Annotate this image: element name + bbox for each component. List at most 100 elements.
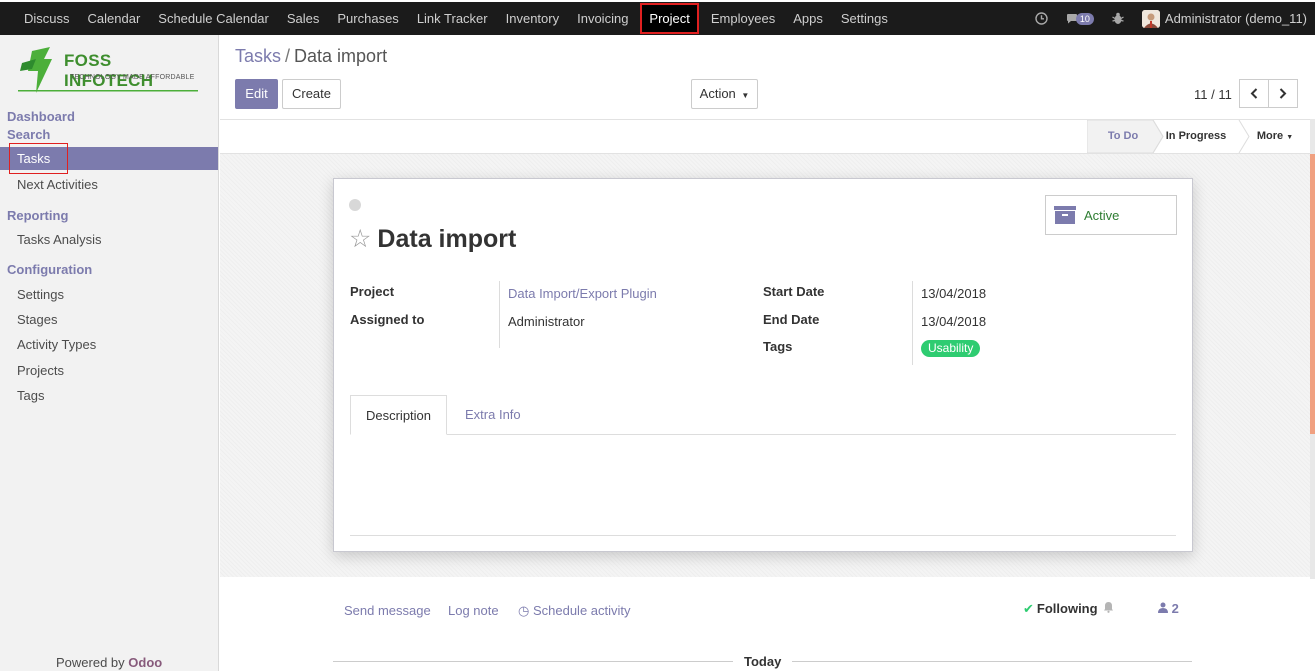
sidebar-item-settings[interactable]: Settings (17, 287, 64, 302)
menu-discuss[interactable]: Discuss (15, 3, 79, 34)
menu-settings[interactable]: Settings (832, 3, 897, 34)
sidebar-item-stages[interactable]: Stages (17, 312, 57, 327)
stage-in-progress[interactable]: In Progress (1160, 120, 1232, 153)
date-separator-line (792, 661, 1192, 662)
action-dropdown[interactable]: Action ▼ (691, 79, 758, 109)
breadcrumb-separator: / (285, 46, 291, 66)
sidebar-item-tags[interactable]: Tags (17, 388, 44, 403)
tags-label: Tags (763, 339, 793, 354)
main-menu: Discuss Calendar Schedule Calendar Sales… (15, 2, 897, 35)
menu-link-tracker[interactable]: Link Tracker (408, 3, 497, 34)
clock-icon[interactable] (1035, 12, 1048, 25)
logo-name: FOSS INFOTECH (64, 51, 154, 90)
sidebar-item-next-activities[interactable]: Next Activities (17, 177, 98, 192)
sidebar: FOSS INFOTECH TECHNOLOGY MADE AFFORDABLE… (0, 35, 219, 671)
task-title: ☆ Data import (349, 224, 516, 254)
statusbar: To Do In Progress More ▼ (220, 119, 1315, 154)
powered-by-label: Powered by (56, 655, 125, 670)
highlight-box (9, 143, 68, 174)
start-date-label: Start Date (763, 284, 825, 299)
send-message-button[interactable]: Send message (344, 603, 431, 618)
following-button[interactable]: ✔ Following (1023, 601, 1098, 617)
systray: 10 Administrator (demo_11) (1035, 2, 1315, 35)
create-button[interactable]: Create (282, 79, 341, 109)
active-toggle-button[interactable]: Active (1045, 195, 1177, 235)
menu-section-reporting[interactable]: Reporting (7, 208, 68, 223)
menu-sales[interactable]: Sales (278, 3, 329, 34)
date-separator-today: Today (744, 654, 782, 669)
menu-section-search[interactable]: Search (7, 127, 50, 142)
sidebar-item-tasks-analysis[interactable]: Tasks Analysis (17, 232, 102, 247)
kanban-state-indicator[interactable] (349, 199, 361, 211)
clock-icon: ◷ (518, 603, 530, 618)
menu-section-configuration[interactable]: Configuration (7, 262, 92, 277)
bell-icon[interactable] (1103, 601, 1114, 616)
menu-invoicing[interactable]: Invoicing (568, 3, 637, 34)
date-separator-line (333, 661, 733, 662)
pager-value[interactable]: 11 / 11 (1194, 87, 1232, 102)
followers-count: 2 (1171, 601, 1179, 616)
company-logo[interactable]: FOSS INFOTECH TECHNOLOGY MADE AFFORDABLE (18, 45, 203, 95)
star-icon[interactable]: ☆ (349, 224, 371, 254)
breadcrumb: Tasks / Data import (235, 46, 387, 67)
top-navbar: Discuss Calendar Schedule Calendar Sales… (0, 0, 1315, 35)
user-menu[interactable]: Administrator (demo_11) (1165, 11, 1307, 26)
tab-extra-info[interactable]: Extra Info (465, 395, 521, 435)
project-label: Project (350, 284, 395, 299)
task-name: Data import (377, 224, 517, 253)
menu-employees[interactable]: Employees (702, 3, 784, 34)
menu-calendar[interactable]: Calendar (79, 3, 150, 34)
scrollbar-thumb[interactable] (1310, 154, 1315, 434)
pager-previous-button[interactable] (1239, 79, 1269, 108)
following-label: Following (1036, 601, 1098, 616)
archive-icon (1054, 206, 1076, 224)
scrollbar[interactable] (1310, 119, 1315, 579)
notebook-tabs: Description Extra Info (350, 395, 1176, 435)
chevron-right-icon (1279, 88, 1287, 99)
menu-apps[interactable]: Apps (784, 3, 832, 34)
start-date-field[interactable]: 13/04/2018 (921, 286, 986, 301)
tab-description[interactable]: Description (350, 395, 447, 435)
check-icon: ✔ (1023, 601, 1034, 616)
menu-schedule-calendar[interactable]: Schedule Calendar (149, 3, 278, 34)
schedule-activity-label: Schedule activity (532, 603, 631, 618)
field-divider (912, 281, 913, 365)
user-icon (1158, 602, 1168, 613)
bug-icon[interactable] (1112, 12, 1124, 25)
caret-down-icon: ▼ (741, 91, 750, 100)
menu-purchases[interactable]: Purchases (328, 3, 407, 34)
stage-todo[interactable]: To Do (1095, 120, 1151, 153)
menu-project[interactable]: Project (640, 3, 699, 34)
project-field[interactable]: Data Import/Export Plugin (508, 286, 657, 301)
action-label: Action (699, 86, 736, 101)
stage-more-dropdown[interactable]: More ▼ (1250, 120, 1300, 153)
assigned-to-field[interactable]: Administrator (508, 314, 585, 329)
menu-inventory[interactable]: Inventory (497, 3, 568, 34)
schedule-activity-button[interactable]: ◷ Schedule activity (518, 603, 631, 619)
followers-button[interactable]: 2 (1158, 601, 1179, 616)
caret-down-icon: ▼ (1286, 134, 1294, 141)
menu-section-dashboard[interactable]: Dashboard (7, 109, 75, 124)
messages-icon[interactable]: 10 (1066, 12, 1094, 25)
end-date-field[interactable]: 13/04/2018 (921, 314, 986, 329)
sidebar-item-activity-types[interactable]: Activity Types (17, 337, 96, 352)
logo-tagline: TECHNOLOGY MADE AFFORDABLE (70, 74, 195, 81)
messages-count-badge: 10 (1075, 12, 1094, 25)
pager-next-button[interactable] (1268, 79, 1298, 108)
field-divider (499, 281, 500, 348)
user-avatar[interactable] (1141, 9, 1160, 28)
tag-badge[interactable]: Usability (921, 340, 981, 357)
stage-more-label: More (1256, 130, 1284, 142)
odoo-link[interactable]: Odoo (128, 655, 162, 670)
breadcrumb-tasks[interactable]: Tasks (235, 46, 281, 66)
end-date-label: End Date (763, 312, 820, 327)
assigned-to-label: Assigned to (350, 312, 425, 327)
edit-button[interactable]: Edit (235, 79, 278, 109)
sidebar-item-projects[interactable]: Projects (17, 363, 64, 378)
powered-by: Powered by Odoo (56, 655, 162, 670)
chevron-left-icon (1250, 88, 1258, 99)
active-label: Active (1084, 207, 1120, 223)
log-note-button[interactable]: Log note (448, 603, 499, 618)
breadcrumb-current: Data import (294, 46, 388, 66)
tab-content-divider (350, 535, 1176, 536)
